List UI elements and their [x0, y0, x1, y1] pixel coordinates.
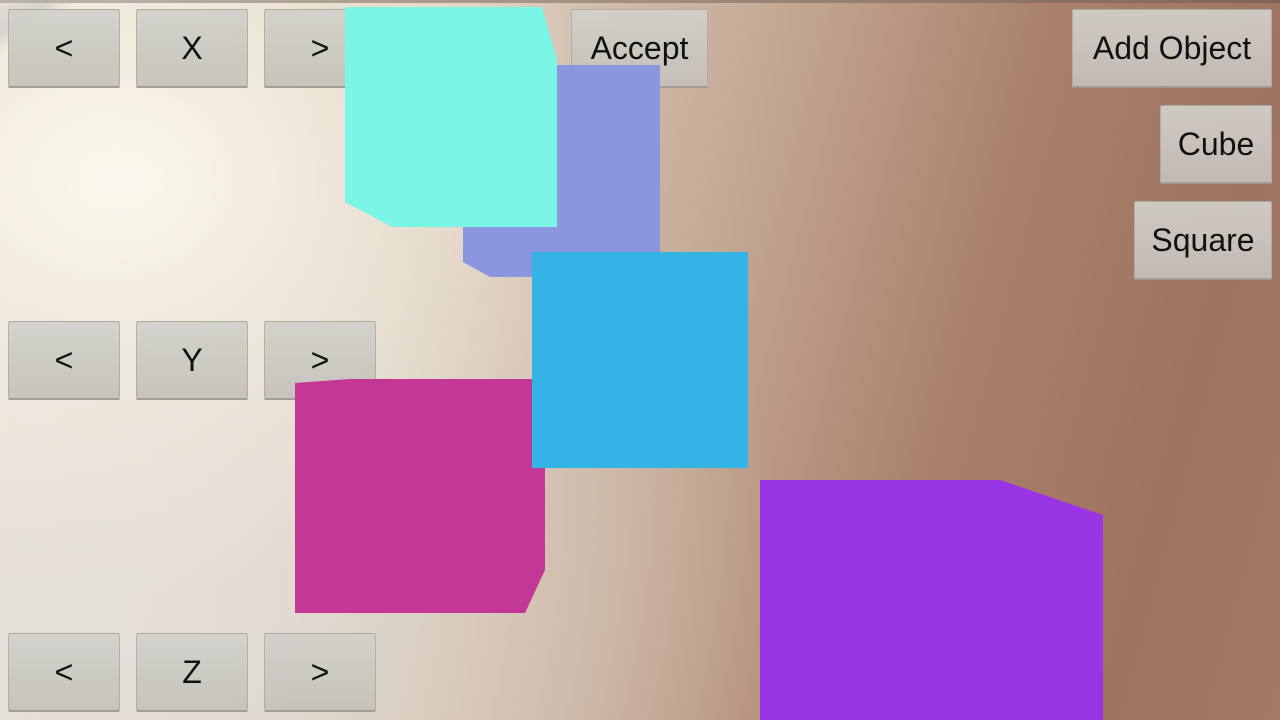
purple-cube[interactable]: [760, 480, 1103, 720]
sky-blue-square[interactable]: [532, 252, 748, 468]
scene-objects: [295, 7, 1103, 720]
mint-cube[interactable]: [345, 7, 557, 227]
ar-camera-view[interactable]: < X > Accept < Y > < Z > Add Object Cube…: [0, 0, 1280, 720]
magenta-cube[interactable]: [295, 379, 545, 613]
